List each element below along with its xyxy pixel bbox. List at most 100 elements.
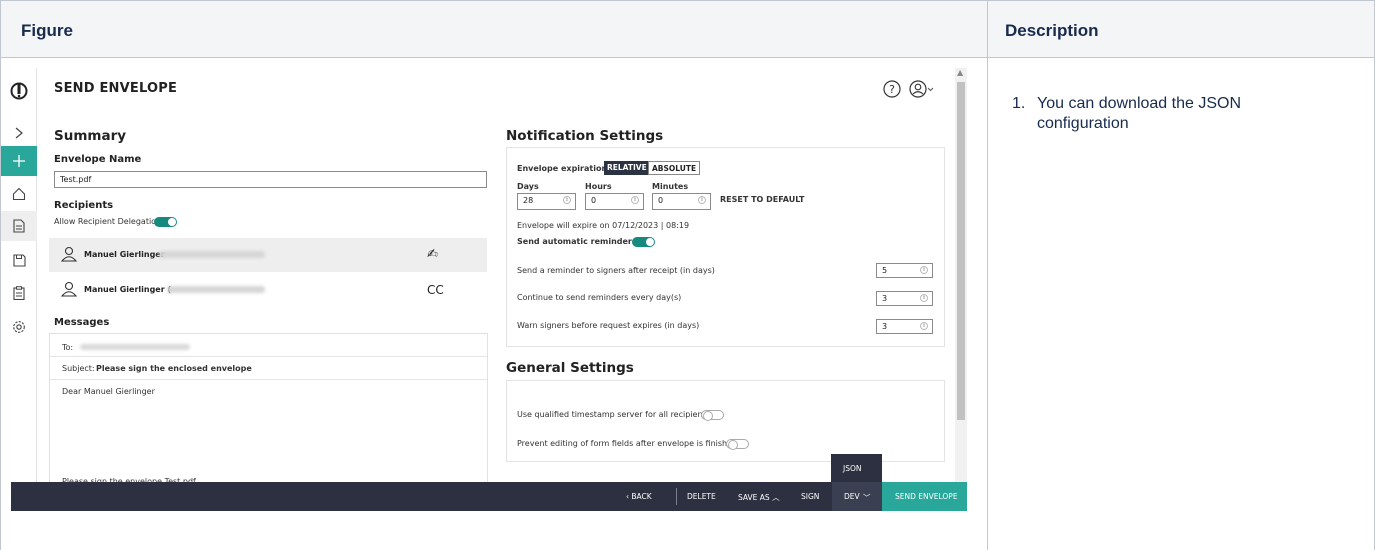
- warn-label: Warn signers before request expires (in …: [517, 321, 700, 330]
- recipients-label: Recipients: [54, 200, 114, 211]
- relative-toggle-button[interactable]: RELATIVE: [604, 161, 650, 175]
- person-icon: [60, 246, 78, 266]
- subject-label: Subject:: [62, 364, 95, 373]
- description-header-label: Description: [1005, 21, 1099, 40]
- recipient-row[interactable]: Manuel Gierlinger ✍: [49, 238, 487, 272]
- app-screenshot: SEND ENVELOPE ? Summary Envelope Name Te…: [1, 68, 967, 511]
- bottom-action-bar: ‹ BACK DELETE SAVE AS ︿ SIGN DEV ﹀ SEND …: [11, 482, 967, 511]
- message-box: To: Subject: Please sign the enclosed en…: [49, 333, 488, 486]
- allow-delegation-toggle[interactable]: [154, 217, 177, 227]
- save-as-label: SAVE AS: [738, 493, 770, 502]
- send-envelope-label: SEND ENVELOPE: [895, 492, 958, 501]
- spinner-icon[interactable]: ⇕: [631, 196, 639, 204]
- sign-button[interactable]: SIGN: [801, 492, 819, 501]
- expire-info-text: Envelope will expire on 07/12/2023 | 08:…: [517, 221, 690, 230]
- warn-input[interactable]: 3 ⇕: [876, 319, 933, 334]
- chevron-down-icon: ﹀: [863, 493, 871, 502]
- reminder-every-label: Continue to send reminders every day(s): [517, 293, 682, 302]
- to-address-blurred: [80, 344, 190, 350]
- settings-gear-icon[interactable]: [1, 312, 37, 342]
- table-header-figure: Figure: [0, 0, 988, 58]
- hours-label: Hours: [585, 182, 612, 191]
- auto-reminders-label: Send automatic reminders: [517, 237, 637, 246]
- messages-heading: Messages: [54, 317, 110, 328]
- prevent-editing-toggle[interactable]: [726, 439, 749, 450]
- vertical-scrollbar[interactable]: ▲: [955, 68, 967, 482]
- prevent-editing-label: Prevent editing of form fields after env…: [517, 439, 738, 448]
- timestamp-toggle[interactable]: [701, 410, 724, 421]
- dev-dropdown-menu: JSON: [831, 454, 882, 482]
- page-title: SEND ENVELOPE: [54, 81, 178, 96]
- add-icon[interactable]: [1, 146, 37, 176]
- timestamp-label: Use qualified timestamp server for all r…: [517, 410, 710, 419]
- figure-header-label: Figure: [21, 21, 73, 40]
- recipient-name: Manuel Gierlinger (: [84, 285, 172, 294]
- dev-menu-item-json[interactable]: JSON: [843, 464, 862, 473]
- dev-button[interactable]: DEV ﹀: [832, 482, 882, 511]
- clipboard-icon[interactable]: [1, 278, 37, 308]
- divider: [50, 356, 487, 357]
- divider: [676, 488, 677, 505]
- to-label: To:: [62, 343, 74, 352]
- scroll-up-arrow-icon[interactable]: ▲: [957, 68, 963, 77]
- recipient-row[interactable]: Manuel Gierlinger ( CC: [49, 273, 487, 307]
- envelope-name-input[interactable]: Test.pdf: [54, 171, 487, 188]
- reset-to-default-button[interactable]: RESET TO DEFAULT: [720, 195, 804, 204]
- top-icons: ?: [883, 80, 935, 102]
- days-value: 28: [523, 196, 534, 205]
- minutes-label: Minutes: [652, 182, 689, 191]
- days-input[interactable]: 28 ⇕: [517, 193, 576, 210]
- document-icon[interactable]: [1, 211, 37, 241]
- reminder-after-value: 5: [882, 266, 888, 275]
- home-icon[interactable]: [1, 179, 37, 209]
- general-settings-panel: [506, 380, 945, 462]
- chevron-up-icon: ︿: [772, 493, 780, 502]
- auto-reminders-toggle[interactable]: [632, 237, 655, 247]
- dev-label: DEV: [844, 492, 860, 501]
- recipient-name: Manuel Gierlinger: [84, 250, 165, 259]
- spinner-icon[interactable]: ⇕: [920, 294, 928, 302]
- minutes-value: 0: [658, 196, 664, 205]
- table-header-description: Description: [987, 0, 1375, 58]
- spinner-icon[interactable]: ⇕: [920, 322, 928, 330]
- back-button[interactable]: ‹ BACK: [626, 492, 652, 501]
- message-greeting[interactable]: Dear Manuel Gierlinger: [62, 387, 155, 396]
- reminder-every-input[interactable]: 3 ⇕: [876, 291, 933, 306]
- allow-delegation-label: Allow Recipient Delegation: [54, 217, 162, 226]
- hours-input[interactable]: 0 ⇕: [585, 193, 644, 210]
- app-logo-icon[interactable]: [1, 76, 37, 106]
- expand-chevron-icon[interactable]: [1, 118, 37, 148]
- recipient-email-blurred: [167, 286, 265, 293]
- person-icon: [60, 281, 78, 301]
- spinner-icon[interactable]: ⇕: [698, 196, 706, 204]
- back-label: BACK: [631, 492, 652, 501]
- days-label: Days: [517, 182, 539, 191]
- reminder-every-value: 3: [882, 294, 888, 303]
- warn-value: 3: [882, 322, 888, 331]
- envelope-name-label: Envelope Name: [54, 154, 142, 165]
- cc-role-label[interactable]: CC: [427, 283, 444, 297]
- expiration-label: Envelope expiration: [517, 164, 608, 173]
- scrollbar-thumb[interactable]: [957, 82, 965, 420]
- summary-heading: Summary: [54, 128, 127, 144]
- reminder-after-input[interactable]: 5 ⇕: [876, 263, 933, 278]
- recipient-email-blurred: [159, 251, 265, 258]
- delete-button[interactable]: DELETE: [687, 492, 716, 501]
- hours-value: 0: [591, 196, 597, 205]
- spinner-icon[interactable]: ⇕: [920, 266, 928, 274]
- save-icon[interactable]: [1, 245, 37, 275]
- absolute-toggle-button[interactable]: ABSOLUTE: [648, 161, 701, 175]
- send-envelope-button[interactable]: SEND ENVELOPE: [882, 482, 967, 511]
- description-item-number: 1.: [1012, 95, 1026, 112]
- spinner-icon[interactable]: ⇕: [563, 196, 571, 204]
- divider: [50, 379, 487, 380]
- subject-value[interactable]: Please sign the enclosed envelope: [96, 364, 252, 373]
- minutes-input[interactable]: 0 ⇕: [652, 193, 711, 210]
- notification-panel: [506, 147, 945, 347]
- help-icon[interactable]: ?: [883, 80, 901, 102]
- sign-role-icon[interactable]: ✍: [427, 247, 438, 262]
- reminder-after-label: Send a reminder to signers after receipt…: [517, 266, 715, 275]
- svg-text:?: ?: [889, 83, 895, 96]
- save-as-button[interactable]: SAVE AS ︿: [738, 492, 780, 503]
- user-menu-icon[interactable]: [909, 80, 935, 102]
